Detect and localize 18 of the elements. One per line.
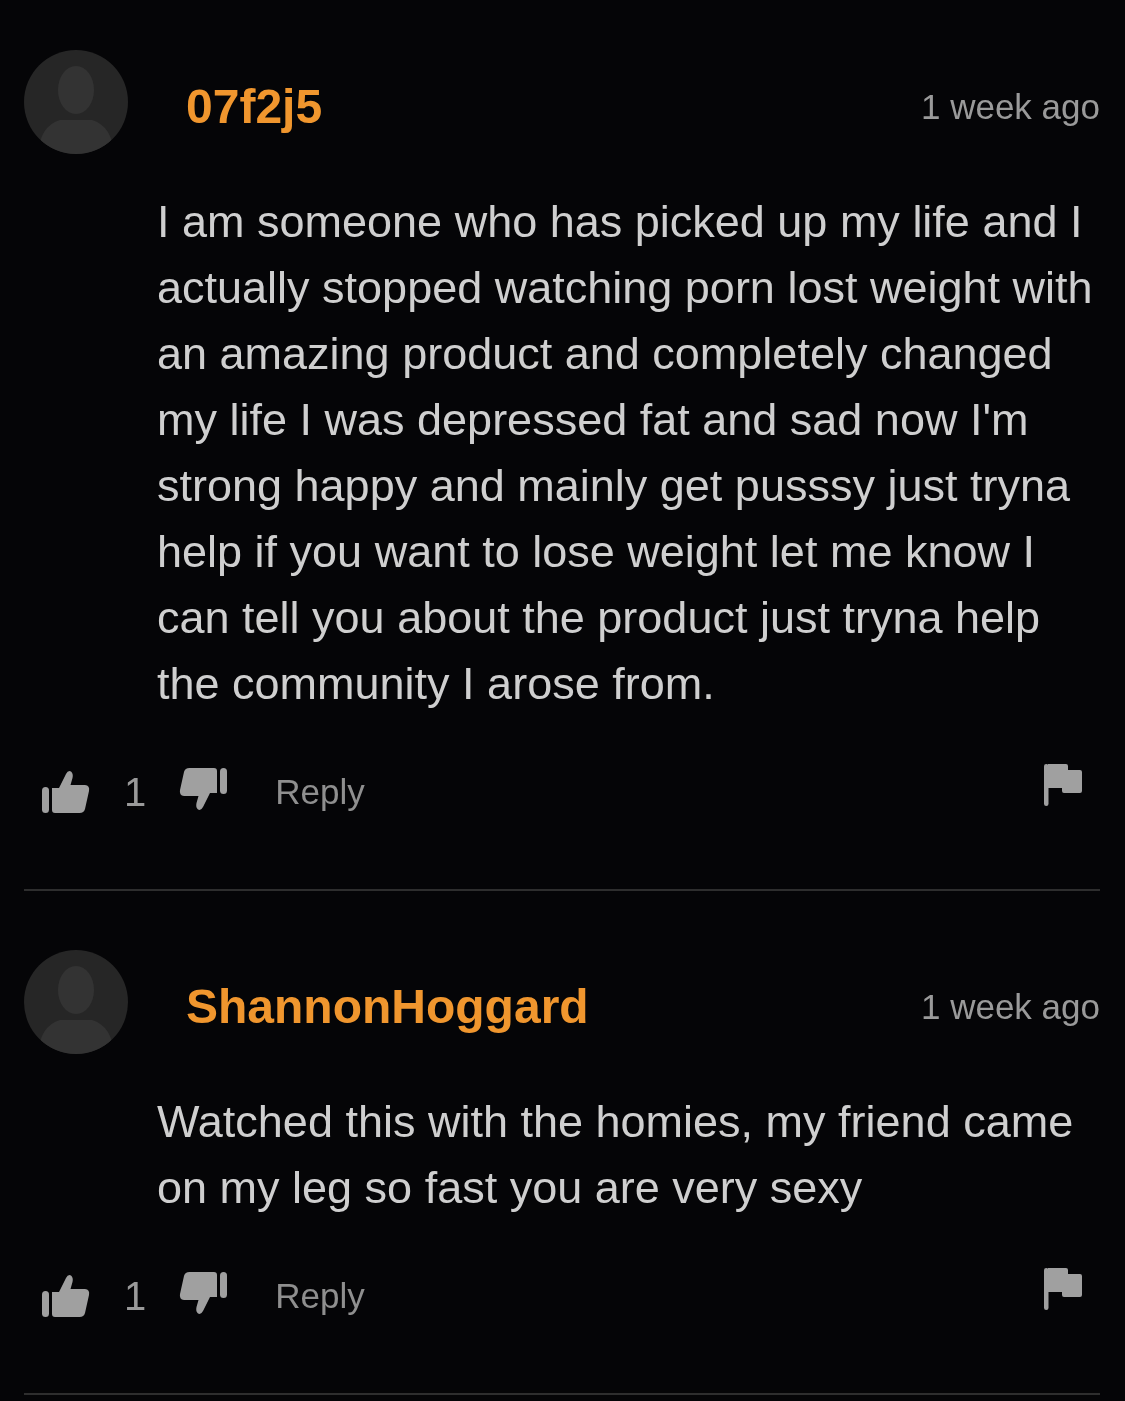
thumbs-down-icon[interactable] (179, 1271, 228, 1315)
flag-icon[interactable] (1044, 1268, 1082, 1310)
like-count: 1 (124, 1274, 147, 1318)
reply-link[interactable]: Reply (275, 1276, 365, 1316)
flag-icon[interactable] (1044, 764, 1082, 806)
comment-text: I am someone who has picked up my life and I actually stopped watching porn lost weight with an amazing product and completely changed my life I was depressed fat and sad now I'm strong happy and mainly get pusssy just tryna help if you want to lose weight let me know I can tell you about the product just tryna help the community I arose from. (157, 195, 1094, 711)
username-link[interactable]: 07f2j5 (186, 80, 323, 134)
thumbs-up-icon[interactable] (42, 770, 90, 814)
username-link[interactable]: ShannonHoggard (186, 980, 589, 1034)
reply-link[interactable]: Reply (275, 772, 365, 812)
thumbs-up-icon[interactable] (42, 1274, 90, 1318)
avatar-icon (24, 50, 128, 154)
avatar-icon (24, 950, 128, 1054)
like-count: 1 (124, 770, 147, 814)
thumbs-down-icon[interactable] (179, 767, 228, 811)
comment-text: Watched this with the homies, my friend came on my leg so fast you are very sexy (157, 1095, 1075, 1215)
comment-time: 1 week ago (920, 87, 1100, 127)
comment-time: 1 week ago (920, 987, 1100, 1027)
